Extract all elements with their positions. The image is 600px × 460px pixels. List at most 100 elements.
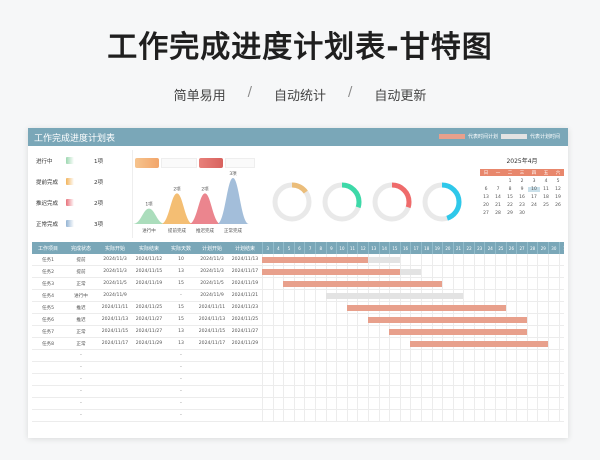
gantt-cell [283,289,294,302]
calendar-day[interactable]: 6 [480,187,492,192]
gantt-cell [346,313,358,326]
calendar-day[interactable]: 17 [528,195,540,200]
gantt-cell [325,349,337,362]
gantt-cell [314,313,326,326]
gantt-cell [452,349,464,362]
cell-task: 任务3 [41,281,55,287]
calendar-day[interactable]: 14 [492,195,504,200]
gantt-cell [420,373,432,386]
calendar-day[interactable]: 4 [540,179,552,184]
gantt-cell [548,409,559,422]
day-header: 10 [336,242,347,254]
gantt-cell [410,361,421,374]
calendar-day[interactable]: 1 [504,179,516,184]
day-header: 30 [548,242,559,254]
gantt-cell [357,409,368,422]
gantt-cell [346,325,358,338]
day-header: 29 [537,242,548,254]
legend-plan-label: 代表时间计划 [467,134,498,140]
calendar-day[interactable]: 11 [540,187,552,192]
gantt-cell [389,397,400,410]
gantt-cell [452,373,464,386]
gantt-cell [346,409,358,422]
cell-days: - [180,389,182,394]
calendar-day[interactable]: 5 [552,179,564,184]
calendar-day[interactable]: 25 [540,203,552,208]
calendar-weekdays: 日一二三四五六 [480,169,564,176]
gantt-cell [526,313,538,326]
column-header: 实际开始 [104,245,125,252]
day-header: 19 [431,242,443,254]
gantt-cell [293,373,305,386]
gantt-cell [442,265,453,278]
calendar-day[interactable]: 8 [504,187,516,192]
calendar-day[interactable]: 18 [540,195,552,200]
gantt-cell [283,301,294,314]
gantt-cell [399,397,411,410]
calendar-day[interactable]: 13 [480,195,492,200]
bell-category-label: 推迟完成 [196,227,214,234]
cell-days: 15 [178,305,184,310]
calendar-day[interactable]: 21 [492,203,504,208]
calendar-day[interactable]: 28 [492,211,504,216]
gantt-cell [262,409,273,422]
day-header: 20 [442,242,453,254]
bell-value-label: 1项 [145,202,153,208]
calendar-day[interactable]: 10 [528,187,540,192]
cell-days: 10 [178,257,184,262]
day-header: 24 [484,242,495,254]
gantt-cell [378,385,390,398]
gantt-cell [293,361,305,374]
calendar-day[interactable]: 12 [552,187,564,192]
calendar-day[interactable]: 24 [528,203,540,208]
status-label: 提前完成 [36,179,59,186]
gantt-cell [431,253,443,266]
gantt-cell [336,301,347,314]
gantt-cell [420,409,432,422]
calendar-day[interactable]: 16 [516,195,528,200]
calendar-day[interactable]: 30 [516,211,528,216]
gantt-cell [272,325,284,338]
calendar-day[interactable]: 22 [504,203,516,208]
gantt-cell [336,373,347,386]
gantt-cell [367,397,379,410]
gantt-cell [484,397,495,410]
gantt-cell [558,361,568,374]
gantt-cell [526,349,538,362]
gantt-cell [463,373,474,386]
day-header: 25 [495,242,506,254]
day-header: 1 [558,242,568,254]
gantt-cell [484,373,495,386]
calendar-day[interactable]: 26 [552,203,564,208]
calendar-day[interactable]: 29 [504,211,516,216]
calendar-day[interactable]: 20 [480,203,492,208]
gantt-cell [272,373,284,386]
table-row: 任务4 进行中 2024/11/9 - 2024/11/9 2024/11/21 [32,289,564,302]
gantt-cell [336,349,347,362]
gantt-cell [410,349,421,362]
gantt-cell [526,265,538,278]
status-swatch [66,178,74,185]
gantt-cell [367,325,379,338]
calendar-day[interactable]: 9 [516,187,528,192]
day-header: 17 [410,242,421,254]
calendar-day[interactable]: 23 [516,203,528,208]
calendar-day[interactable]: 3 [528,179,540,184]
calendar-day [528,211,540,216]
gantt-cell [357,349,368,362]
calendar-day[interactable]: 15 [504,195,516,200]
calendar-day[interactable]: 2 [516,179,528,184]
gantt-cell [442,361,453,374]
day-header: 8 [314,242,326,254]
calendar-day[interactable]: 7 [492,187,504,192]
calendar-day[interactable]: 27 [480,211,492,216]
cell-a_start: 2024/11/9 [103,293,127,298]
calendar-day[interactable]: 19 [552,195,564,200]
table-row: 任务8 正常 2024/11/17 2024/11/29 13 2024/11/17 202… [32,337,564,350]
gantt-cell [537,373,548,386]
gantt-cell [473,289,485,302]
gantt-cell [495,373,506,386]
day-header: 26 [505,242,517,254]
status-row: 提前完成 2项 [32,171,128,192]
gantt-cell [367,409,379,422]
